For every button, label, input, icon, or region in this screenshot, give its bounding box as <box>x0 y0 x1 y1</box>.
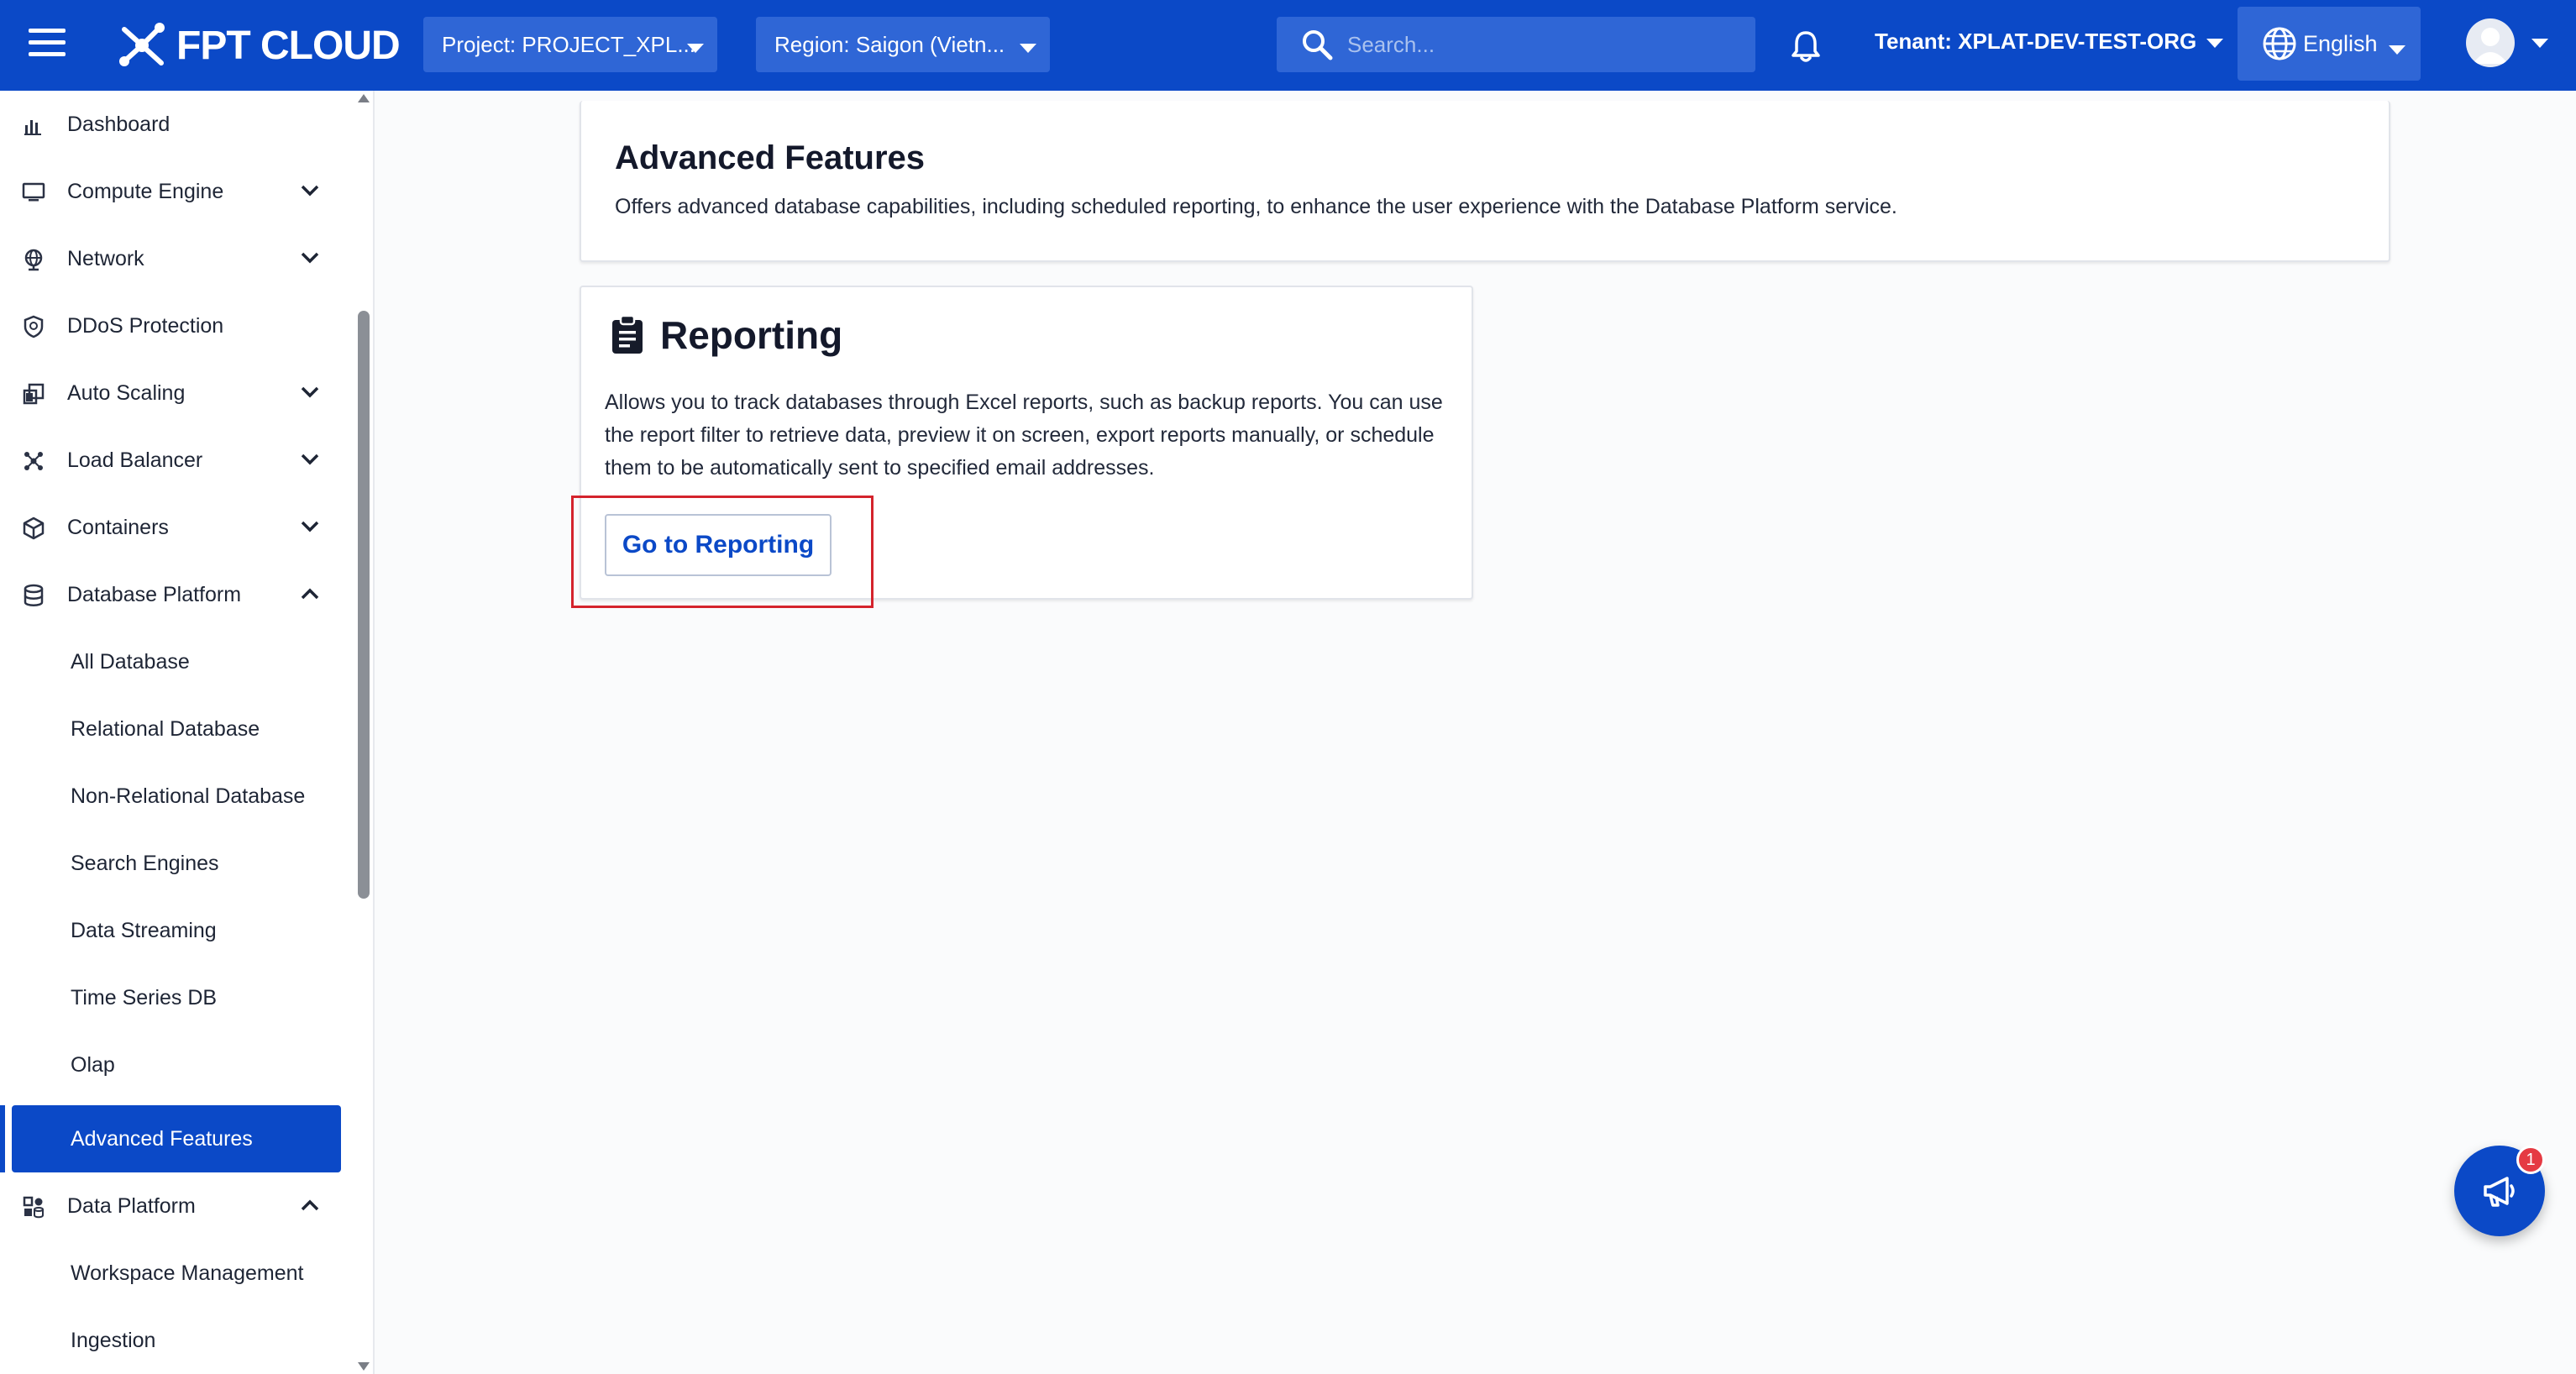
reporting-title: Reporting <box>660 313 843 357</box>
sidebar-subitem-time-series-db[interactable]: Time Series DB <box>12 964 341 1031</box>
sidebar-item-label: Load Balancer <box>67 448 203 472</box>
caret-down-icon <box>2389 45 2405 55</box>
sidebar-subitem-data-streaming[interactable]: Data Streaming <box>12 897 341 964</box>
sidebar-item-compute-engine[interactable]: Compute Engine <box>0 158 361 225</box>
sidebar-item-label: DDoS Protection <box>67 313 224 338</box>
sidebar-item-label: Dashboard <box>67 112 171 136</box>
region-select-label: Region: Saigon (Vietn... <box>774 31 1005 57</box>
sidebar-item-label: Containers <box>67 515 169 539</box>
tenant-select[interactable]: Tenant: XPLAT-DEV-TEST-ORG <box>1875 29 2224 55</box>
sidebar-subitem-relational-database[interactable]: Relational Database <box>12 695 341 763</box>
avatar <box>2466 18 2515 67</box>
user-menu[interactable] <box>2466 18 2548 67</box>
cube-icon <box>23 517 45 540</box>
chevron-up-icon <box>301 588 319 600</box>
menu-icon[interactable] <box>29 29 66 62</box>
project-select[interactable]: Project: PROJECT_XPL... <box>423 17 717 72</box>
chevron-down-icon <box>301 252 319 264</box>
region-select[interactable]: Region: Saigon (Vietn... <box>756 17 1050 72</box>
caret-down-icon <box>2531 38 2548 48</box>
language-label: English <box>2303 30 2378 56</box>
megaphone-icon <box>2484 1177 2515 1207</box>
sidebar-subitem-non-relational-database[interactable]: Non-Relational Database <box>12 763 341 830</box>
app-root: FPT CLOUD Project: PROJECT_XPL... Region… <box>0 0 2576 1374</box>
reporting-description: Allows you to track databases through Ex… <box>605 391 1443 480</box>
chevron-down-icon <box>301 185 319 197</box>
data-platform-icon <box>23 1196 44 1219</box>
scrollbar-thumb[interactable] <box>358 311 370 899</box>
page-title: Advanced Features <box>615 139 926 176</box>
top-bar: FPT CLOUD Project: PROJECT_XPL... Region… <box>0 0 2576 91</box>
sidebar-item-containers[interactable]: Containers <box>0 494 361 561</box>
search-icon <box>1303 30 1333 60</box>
notification-badge: 1 <box>2516 1146 2545 1174</box>
reporting-card-header: Reporting <box>610 312 842 358</box>
logo-mark-icon <box>119 23 165 66</box>
sidebar-item-network[interactable]: Network <box>0 225 361 292</box>
sidebar-subitem-search-engines[interactable]: Search Engines <box>12 830 341 897</box>
chevron-down-icon <box>301 386 319 398</box>
cluster-icon <box>24 452 43 470</box>
globe-network-icon <box>24 249 43 271</box>
reporting-card: Reporting Allows you to track databases … <box>580 286 1473 600</box>
scaling-icon <box>23 383 45 405</box>
page-description: Offers advanced database capabilities, i… <box>615 195 1897 218</box>
search-box[interactable] <box>1277 17 1755 72</box>
scroll-up-arrow-icon[interactable] <box>358 94 370 102</box>
chevron-down-icon <box>301 521 319 532</box>
sidebar-item-load-balancer[interactable]: Load Balancer <box>0 427 361 494</box>
sidebar-item-label: Compute Engine <box>67 179 224 203</box>
caret-down-icon <box>687 44 704 53</box>
search-input[interactable] <box>1347 31 1734 58</box>
go-to-reporting-button[interactable]: Go to Reporting <box>605 514 832 576</box>
notification-bell-icon[interactable] <box>1789 29 1823 68</box>
sidebar-subitem-workspace-management[interactable]: Workspace Management <box>12 1240 341 1307</box>
sidebar-subitem-ingestion[interactable]: Ingestion <box>12 1307 341 1374</box>
sidebar-subitem-olap[interactable]: Olap <box>12 1031 341 1099</box>
sidebar-item-dashboard[interactable]: Dashboard <box>0 91 361 158</box>
logo-text: FPT CLOUD <box>176 23 401 68</box>
sidebar-subitem-all-database[interactable]: All Database <box>12 628 341 695</box>
sidebar-item-label: Auto Scaling <box>67 380 186 405</box>
chevron-down-icon <box>301 454 319 465</box>
user-icon <box>2473 28 2508 64</box>
sidebar-item-database-platform[interactable]: Database Platform <box>0 561 361 628</box>
sidebar-item-ddos-protection[interactable]: DDoS Protection <box>0 292 361 359</box>
caret-down-icon <box>1020 44 1036 53</box>
caret-down-icon <box>2206 39 2224 48</box>
monitor-icon <box>22 182 45 202</box>
page-header-card: Advanced Features Offers advanced databa… <box>580 101 2390 262</box>
sidebar-item-label: Network <box>67 246 144 270</box>
project-select-label: Project: PROJECT_XPL... <box>442 31 695 57</box>
sidebar-subitem-advanced-features[interactable]: Advanced Features <box>12 1105 341 1172</box>
tenant-label: Tenant: XPLAT-DEV-TEST-ORG <box>1875 29 2197 54</box>
sidebar-item-data-platform[interactable]: Data Platform <box>0 1172 361 1240</box>
language-select[interactable]: English <box>2238 7 2421 81</box>
database-icon <box>24 584 44 606</box>
logo[interactable]: FPT CLOUD <box>116 18 401 72</box>
sidebar: Dashboard Compute Engine Network DDoS Pr… <box>0 91 375 1374</box>
chevron-up-icon <box>301 1199 319 1211</box>
globe-icon <box>2263 27 2296 60</box>
scroll-down-arrow-icon[interactable] <box>358 1362 370 1371</box>
sidebar-item-label: Database Platform <box>67 582 242 606</box>
shield-icon <box>24 315 44 338</box>
sidebar-item-auto-scaling[interactable]: Auto Scaling <box>0 359 361 427</box>
sidebar-item-label: Data Platform <box>67 1193 196 1218</box>
bar-chart-icon <box>24 120 41 135</box>
active-indicator <box>0 1105 5 1172</box>
clipboard-icon <box>612 315 643 354</box>
